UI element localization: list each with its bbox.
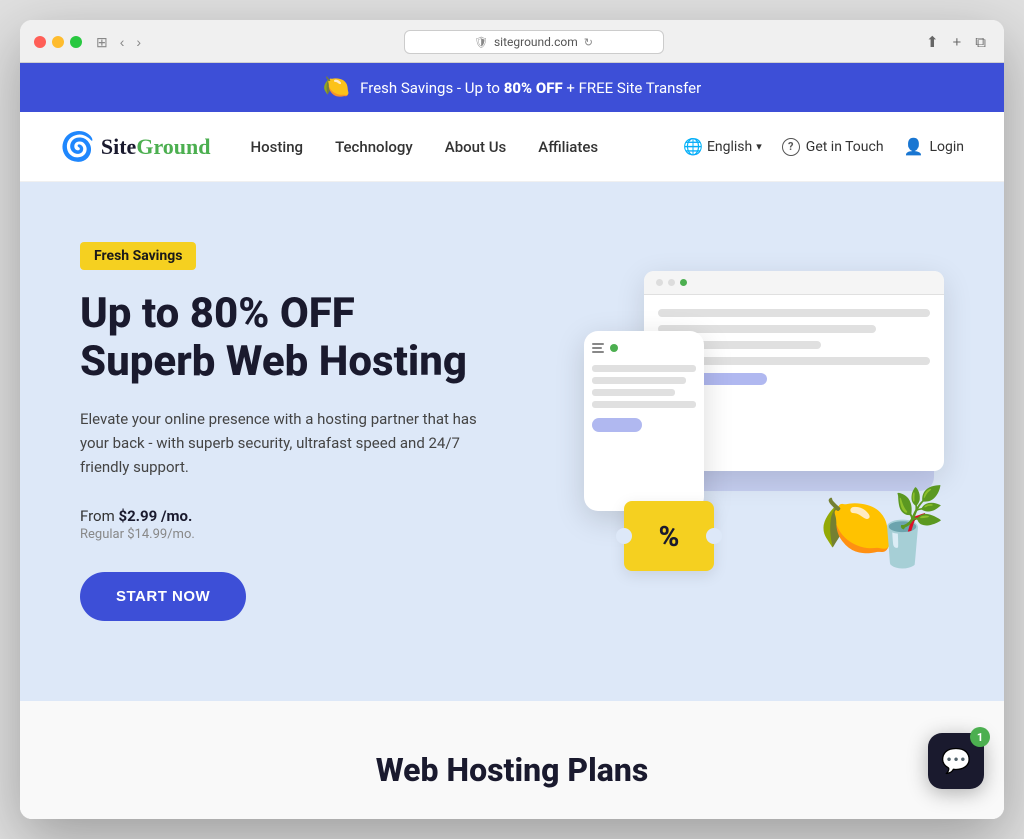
- traffic-lights: [34, 36, 82, 48]
- illustration-mobile: [584, 331, 704, 511]
- price-from: From $2.99 /mo.: [80, 507, 480, 525]
- hero-title-line1: Up to 80% OFF: [80, 289, 355, 338]
- nav-link-affiliates[interactable]: Affiliates: [538, 138, 598, 156]
- nav-link-technology[interactable]: Technology: [335, 138, 413, 156]
- share-button[interactable]: ⬆: [922, 31, 943, 53]
- promo-text: Fresh Savings - Up to 80% OFF + FREE Sit…: [360, 79, 701, 97]
- browser-actions: ⬆ + ⧉: [922, 31, 990, 53]
- browser-window: ⊞ ‹ › 🛡 siteground.com ↻ ⬆ + ⧉ 🍋 Fresh S…: [20, 20, 1004, 819]
- browser-chrome: ⊞ ‹ › 🛡 siteground.com ↻ ⬆ + ⧉: [20, 20, 1004, 63]
- hero-content: Fresh Savings Up to 80% OFF Superb Web H…: [80, 242, 480, 621]
- logo-text: SiteGround: [101, 134, 211, 160]
- illus-browser-bar: [644, 271, 944, 295]
- illus-mobile-line-4: [592, 401, 696, 408]
- address-bar-container: 🛡 siteground.com ↻: [155, 30, 912, 54]
- chat-icon: 💬: [941, 747, 971, 775]
- nav-right: 🌐 English ▾ ? Get in Touch 👤 Login: [683, 137, 964, 156]
- illus-mobile-button: [592, 418, 642, 432]
- illus-mobile-line-1: [592, 365, 696, 372]
- ticket-hole-right: [706, 528, 722, 544]
- illus-mobile-line-2: [592, 377, 686, 384]
- shield-icon: 🛡: [474, 36, 488, 49]
- nav-item-hosting[interactable]: Hosting: [251, 137, 304, 156]
- contact-icon: ?: [782, 138, 800, 156]
- hero-pricing: From $2.99 /mo. Regular $14.99/mo.: [80, 507, 480, 542]
- back-button[interactable]: ‹: [116, 32, 129, 52]
- hero-description: Elevate your online presence with a host…: [80, 407, 480, 479]
- language-selector[interactable]: 🌐 English ▾: [683, 137, 762, 156]
- illus-mobile-dot: [610, 344, 618, 352]
- illustration-discount-ticket: %: [624, 501, 714, 571]
- start-now-button[interactable]: START NOW: [80, 572, 246, 621]
- promo-text-suffix: + FREE Site Transfer: [563, 79, 702, 97]
- promo-bold-text: 80% OFF: [504, 79, 563, 97]
- promo-banner: 🍋 Fresh Savings - Up to 80% OFF + FREE S…: [20, 63, 1004, 112]
- url-text: siteground.com: [494, 35, 578, 49]
- maximize-button[interactable]: [70, 36, 82, 48]
- nav-item-about-us[interactable]: About Us: [445, 137, 507, 156]
- leaf-decoration: 🌿: [894, 484, 944, 531]
- fresh-savings-badge: Fresh Savings: [80, 242, 196, 270]
- contact-label: Get in Touch: [806, 139, 884, 155]
- minimize-button[interactable]: [52, 36, 64, 48]
- price-value: $2.99 /mo.: [118, 507, 192, 525]
- hero-title: Up to 80% OFF Superb Web Hosting: [80, 290, 480, 387]
- logo-link[interactable]: 🌀 SiteGround: [60, 130, 211, 163]
- logo-icon: 🌀: [60, 130, 95, 163]
- illus-mobile-line-3: [592, 389, 675, 396]
- illus-mobile-header: [592, 341, 696, 355]
- chat-button[interactable]: 💬 1: [928, 733, 984, 789]
- window-icon-button[interactable]: ⊞: [92, 32, 112, 53]
- illus-dot-1: [656, 279, 663, 286]
- hosting-plans-section: Web Hosting Plans: [20, 701, 1004, 819]
- chat-badge: 1: [970, 727, 990, 747]
- ticket-hole-left: [616, 528, 632, 544]
- new-tab-button[interactable]: +: [949, 32, 966, 53]
- language-label: English: [707, 139, 752, 155]
- address-bar[interactable]: 🛡 siteground.com ↻: [404, 30, 664, 54]
- price-regular: Regular $14.99/mo.: [80, 527, 480, 542]
- login-link[interactable]: 👤 Login: [904, 137, 964, 156]
- close-button[interactable]: [34, 36, 46, 48]
- navbar: 🌀 SiteGround Hosting Technology About Us…: [20, 112, 1004, 182]
- nav-item-affiliates[interactable]: Affiliates: [538, 137, 598, 156]
- login-label: Login: [929, 139, 964, 155]
- illus-line-1: [658, 309, 930, 317]
- nav-links: Hosting Technology About Us Affiliates: [251, 137, 684, 156]
- logo-site: Site: [101, 134, 136, 159]
- hero-section: Fresh Savings Up to 80% OFF Superb Web H…: [20, 182, 1004, 701]
- lemon-icon: 🍋: [323, 75, 350, 100]
- contact-link[interactable]: ? Get in Touch: [782, 138, 884, 156]
- user-icon: 👤: [904, 137, 924, 156]
- nav-link-about-us[interactable]: About Us: [445, 138, 507, 156]
- hosting-plans-title: Web Hosting Plans: [60, 751, 964, 789]
- reload-icon: ↻: [584, 36, 593, 49]
- chevron-down-icon: ▾: [756, 140, 762, 153]
- illus-mobile-lines: [592, 365, 696, 408]
- illus-dot-2: [668, 279, 675, 286]
- promo-text-prefix: Fresh Savings - Up to: [360, 79, 504, 97]
- ticket-percent-icon: %: [659, 520, 680, 553]
- language-icon: 🌐: [683, 137, 703, 156]
- hero-illustration: % 🍋 🥤 🌿: [564, 271, 944, 591]
- hero-title-line2: Superb Web Hosting: [80, 337, 467, 386]
- illus-dot-3: [680, 279, 687, 286]
- illus-hamburger-icon: [592, 341, 606, 355]
- forward-button[interactable]: ›: [132, 32, 145, 52]
- nav-link-hosting[interactable]: Hosting: [251, 138, 304, 156]
- logo-ground: Ground: [136, 134, 210, 159]
- website-content: 🍋 Fresh Savings - Up to 80% OFF + FREE S…: [20, 63, 1004, 819]
- nav-item-technology[interactable]: Technology: [335, 137, 413, 156]
- browser-controls: ⊞ ‹ ›: [92, 32, 145, 53]
- tabs-button[interactable]: ⧉: [971, 32, 990, 53]
